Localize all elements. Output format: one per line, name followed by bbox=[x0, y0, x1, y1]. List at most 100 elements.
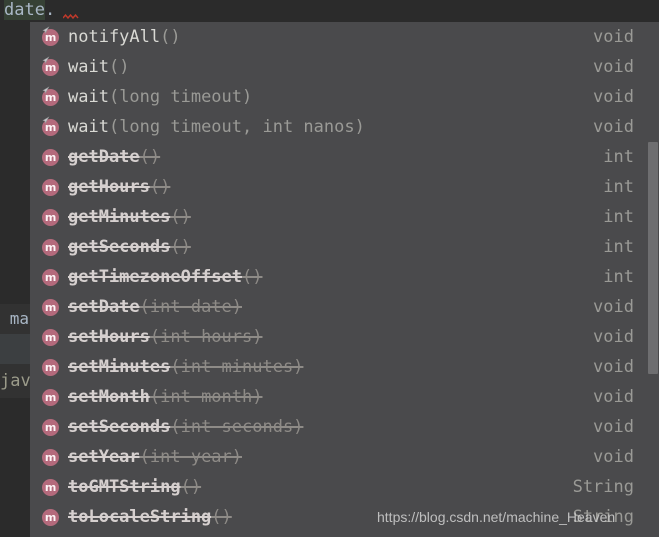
return-type: void bbox=[593, 387, 634, 407]
method-name: toLocaleString bbox=[68, 506, 212, 527]
method-name: wait bbox=[68, 56, 109, 77]
completion-item[interactable]: m getSeconds() int bbox=[30, 232, 659, 262]
method-icon: m bbox=[41, 268, 60, 287]
completion-item[interactable]: m setDate(int date) void bbox=[30, 292, 659, 322]
completion-signature: getMinutes() bbox=[68, 206, 191, 227]
return-type: int bbox=[603, 207, 634, 227]
return-type: void bbox=[593, 57, 634, 77]
return-type: String bbox=[572, 477, 634, 497]
method-name: getHours bbox=[68, 176, 150, 197]
method-icon: m bbox=[41, 508, 60, 527]
completion-item[interactable]: m setMinutes(int minutes) void bbox=[30, 352, 659, 382]
method-params: (int seconds) bbox=[170, 416, 304, 437]
method-icon-glyph: m bbox=[42, 328, 59, 346]
return-type: void bbox=[593, 27, 634, 47]
method-name: setYear bbox=[68, 446, 140, 467]
method-params: () bbox=[160, 26, 181, 47]
method-name: getMinutes bbox=[68, 206, 171, 227]
return-type: int bbox=[603, 267, 634, 287]
completion-signature: setSeconds(int seconds) bbox=[68, 416, 304, 437]
method-params: () bbox=[242, 266, 263, 287]
method-params: () bbox=[211, 506, 232, 527]
completion-item[interactable]: m setMonth(int month) void bbox=[30, 382, 659, 412]
method-icon-glyph: m bbox=[42, 148, 59, 166]
method-icon: m bbox=[41, 148, 60, 167]
inherited-member-arrow-icon bbox=[41, 85, 50, 95]
return-type: int bbox=[603, 147, 634, 167]
method-icon-glyph: m bbox=[42, 358, 59, 376]
completion-signature: wait(long timeout, int nanos) bbox=[68, 117, 365, 137]
return-type: void bbox=[593, 117, 634, 137]
editor-screen: date. ma java m notifyAll() void m wait() voi… bbox=[0, 0, 659, 537]
completion-signature: setMonth(int month) bbox=[68, 386, 263, 407]
error-squiggle-icon bbox=[63, 14, 83, 19]
return-type: String bbox=[572, 507, 634, 527]
method-name: setMonth bbox=[68, 386, 150, 407]
completion-item[interactable]: m getMinutes() int bbox=[30, 202, 659, 232]
completion-item[interactable]: m wait() void bbox=[30, 52, 659, 82]
return-type: void bbox=[593, 357, 634, 377]
completion-signature: wait(long timeout) bbox=[68, 86, 252, 107]
completion-signature: toGMTString() bbox=[68, 476, 201, 497]
return-type: void bbox=[593, 87, 634, 107]
completion-signature: getTimezoneOffset() bbox=[68, 266, 263, 287]
method-name: setDate bbox=[68, 296, 140, 317]
method-icon-glyph: m bbox=[42, 268, 59, 286]
completion-signature: setMinutes(int minutes) bbox=[68, 356, 304, 377]
method-icon-glyph: m bbox=[42, 448, 59, 466]
method-icon: m bbox=[41, 238, 60, 257]
member-access-dot: . bbox=[44, 0, 56, 20]
method-params: () bbox=[170, 236, 191, 257]
current-code-line[interactable]: date. bbox=[4, 0, 55, 21]
code-completion-popup[interactable]: m notifyAll() void m wait() void m wait(long ti… bbox=[30, 20, 659, 537]
completion-list[interactable]: m notifyAll() void m wait() void m wait(long ti… bbox=[30, 22, 659, 537]
return-type: int bbox=[603, 177, 634, 197]
method-name: toGMTString bbox=[68, 476, 181, 497]
scrollbar-thumb[interactable] bbox=[648, 142, 658, 374]
method-name: notifyAll bbox=[68, 26, 161, 47]
method-name: getDate bbox=[68, 146, 140, 167]
completion-item[interactable]: m wait(long timeout, int nanos) void bbox=[30, 112, 659, 142]
completion-item[interactable]: m getHours() int bbox=[30, 172, 659, 202]
return-type: void bbox=[593, 447, 634, 467]
inherited-member-arrow-icon bbox=[41, 25, 50, 35]
method-icon: m bbox=[41, 55, 60, 77]
method-params: () bbox=[139, 146, 161, 167]
completion-scrollbar[interactable] bbox=[646, 24, 659, 537]
method-icon-glyph: m bbox=[42, 418, 59, 436]
completion-item[interactable]: m notifyAll() void bbox=[30, 22, 659, 52]
method-icon-glyph: m bbox=[42, 478, 59, 496]
method-name: setSeconds bbox=[68, 416, 171, 437]
return-type: void bbox=[593, 297, 634, 317]
completion-signature: getSeconds() bbox=[68, 236, 191, 257]
identifier-date: date bbox=[4, 0, 45, 20]
editor-background-row-middle bbox=[0, 334, 30, 364]
editor-background-row-upper: ma bbox=[0, 304, 30, 334]
method-icon-glyph: m bbox=[42, 208, 59, 226]
method-params: (int year) bbox=[139, 446, 243, 467]
completion-item[interactable]: m getDate() int bbox=[30, 142, 659, 172]
completion-item[interactable]: m toGMTString() String bbox=[30, 472, 659, 502]
method-name: wait bbox=[68, 86, 109, 107]
method-icon: m bbox=[41, 208, 60, 227]
completion-item[interactable]: m setHours(int hours) void bbox=[30, 322, 659, 352]
inherited-member-arrow-icon bbox=[41, 55, 50, 65]
method-icon: m bbox=[41, 115, 60, 137]
completion-signature: setYear(int year) bbox=[68, 446, 243, 467]
method-icon-glyph: m bbox=[42, 388, 59, 406]
method-params: (int month) bbox=[149, 386, 263, 407]
completion-item[interactable]: m setSeconds(int seconds) void bbox=[30, 412, 659, 442]
return-type: int bbox=[603, 237, 634, 257]
method-icon-glyph: m bbox=[42, 178, 59, 196]
completion-item[interactable]: m toLocaleString() String bbox=[30, 502, 659, 532]
method-params: () bbox=[149, 176, 171, 197]
method-icon-glyph: m bbox=[42, 298, 59, 316]
method-name: getSeconds bbox=[68, 236, 171, 257]
completion-item[interactable]: m wait(long timeout) void bbox=[30, 82, 659, 112]
completion-signature: notifyAll() bbox=[68, 26, 181, 47]
method-name: setHours bbox=[68, 326, 150, 347]
method-params: (int minutes) bbox=[170, 356, 304, 377]
completion-item[interactable]: m getTimezoneOffset() int bbox=[30, 262, 659, 292]
completion-item[interactable]: m setYear(int year) void bbox=[30, 442, 659, 472]
completion-signature: getHours() bbox=[68, 176, 171, 197]
